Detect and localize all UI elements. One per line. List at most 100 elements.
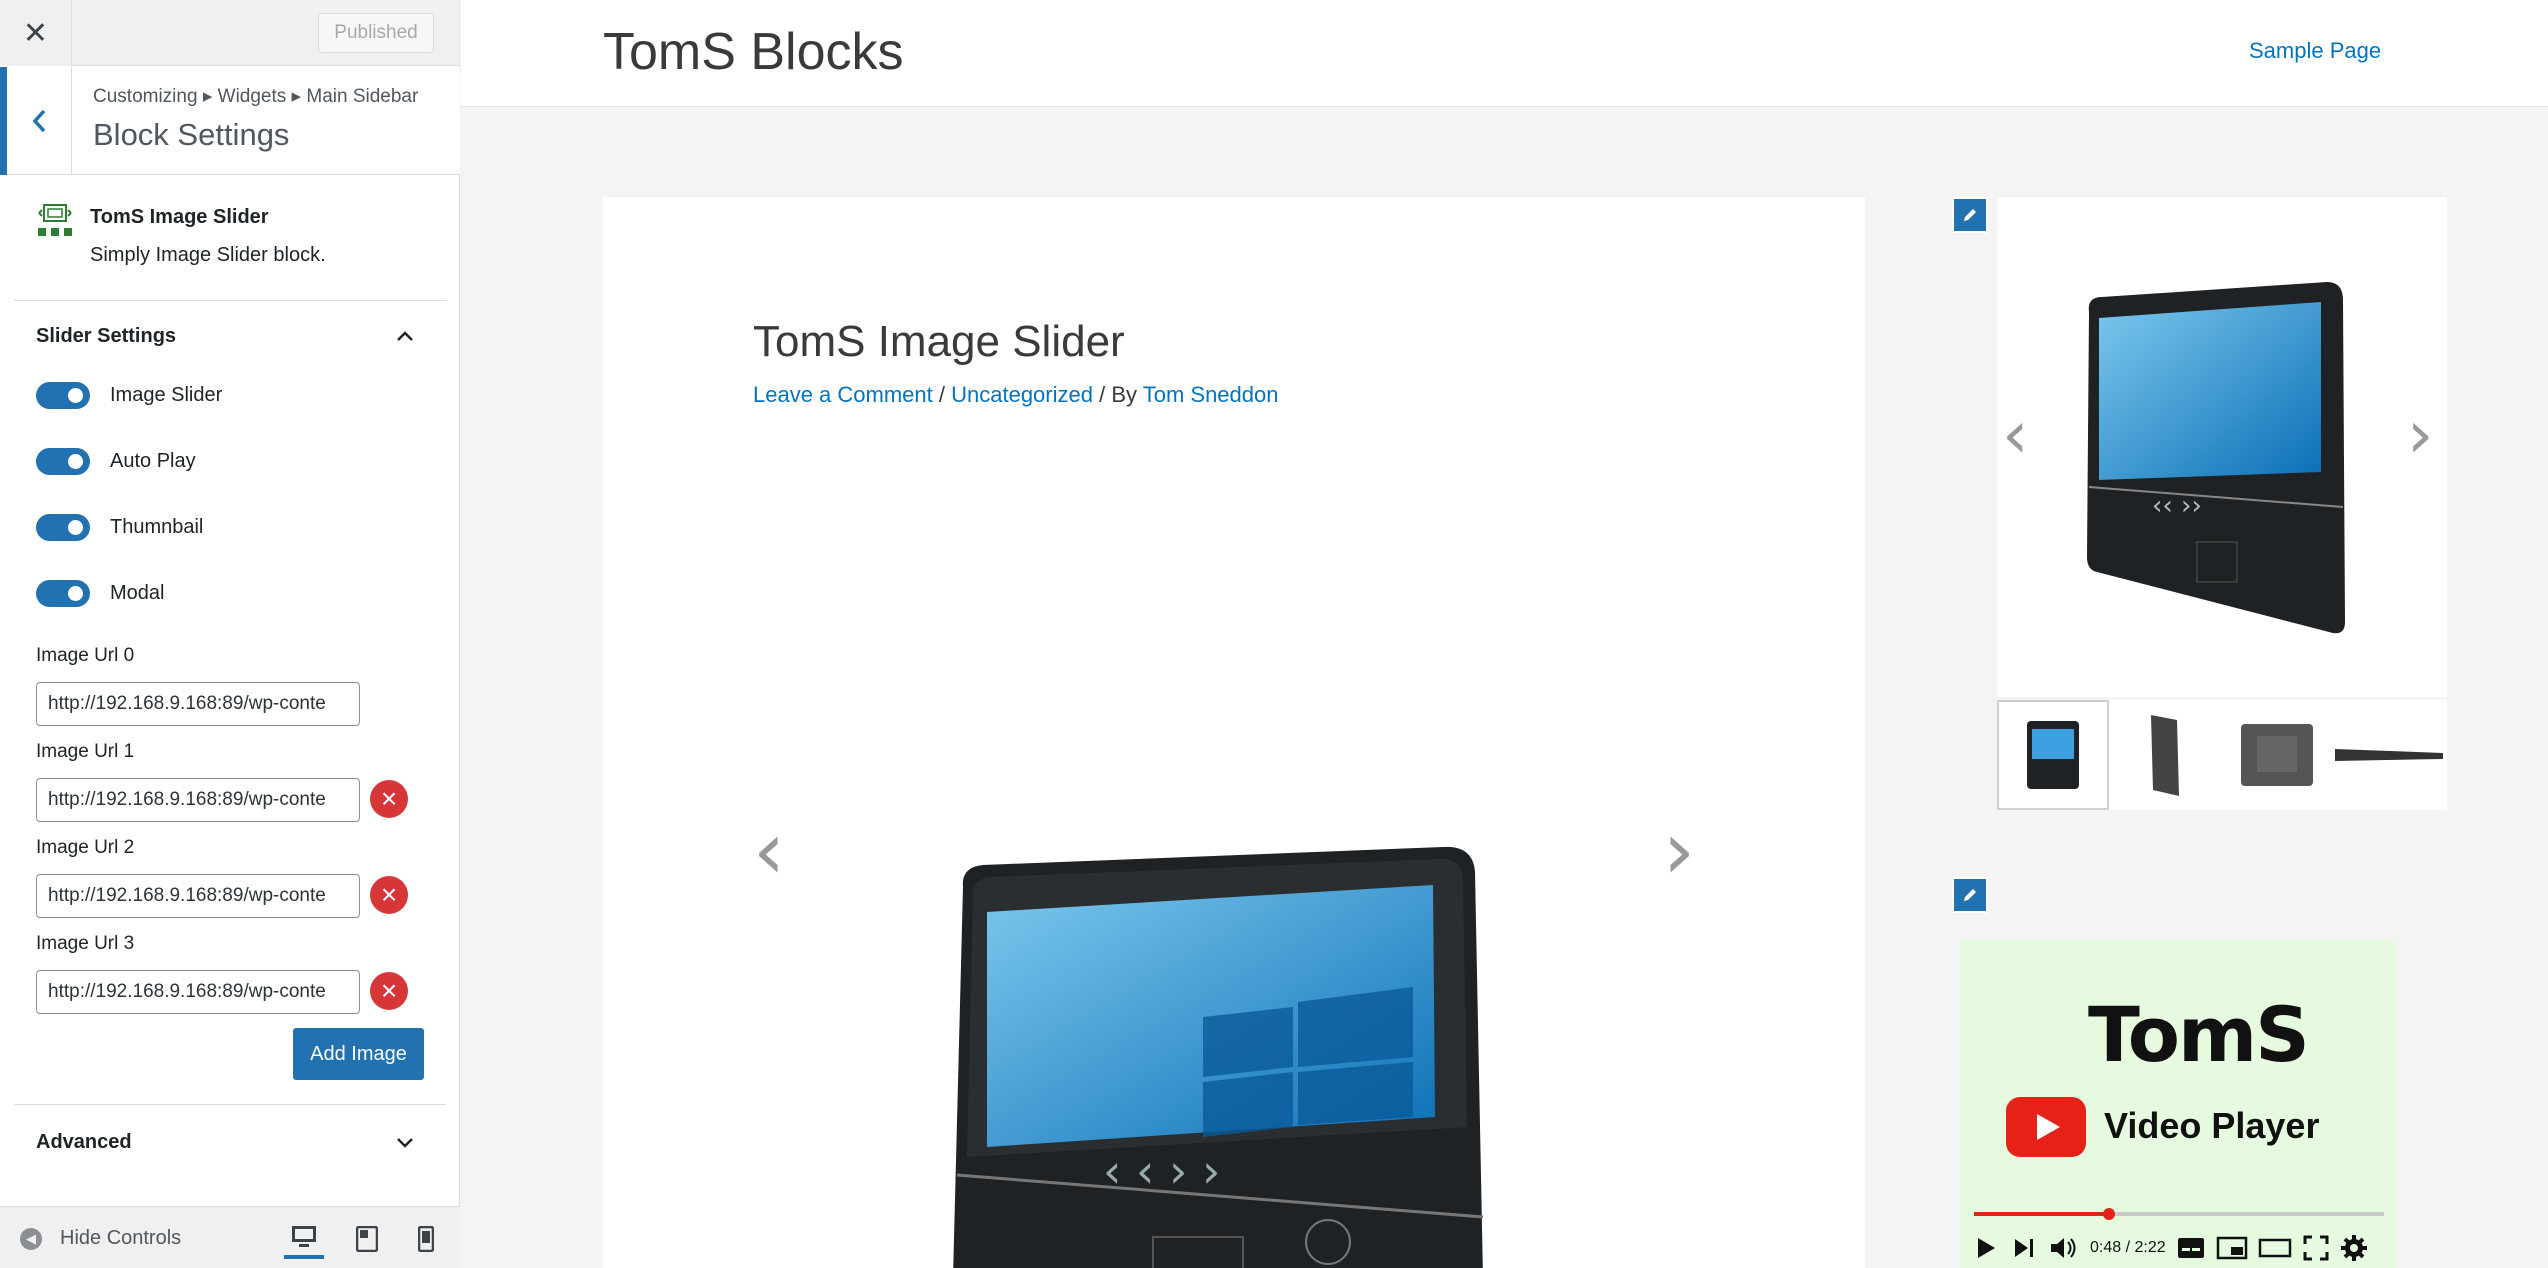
thumbnail-2[interactable] — [2221, 700, 2333, 810]
toggle-modal[interactable]: Modal — [36, 578, 164, 608]
site-preview: TomS Blocks Sample Page TomS Image Slide… — [461, 0, 2548, 1268]
video-time: 0:48 / 2:22 — [2090, 1239, 2166, 1256]
toggle-thumbnail[interactable]: Thumnbail — [36, 512, 203, 542]
settings-gear-icon[interactable] — [2340, 1234, 2368, 1262]
toggle-label: Modal — [110, 581, 165, 604]
tablet-icon — [356, 1226, 378, 1252]
thumbnail-1[interactable] — [2109, 700, 2221, 810]
image-url-label: Image Url 0 — [36, 645, 135, 666]
toggle-label: Image Slider — [110, 383, 223, 406]
close-icon: ✕ — [22, 16, 49, 50]
image-url-2-input[interactable] — [36, 874, 360, 918]
toggle-label: Auto Play — [110, 449, 196, 472]
chevron-left-icon — [32, 109, 46, 133]
back-button[interactable] — [0, 67, 72, 175]
widget-prev-arrow[interactable]: ‹ — [2002, 402, 2028, 468]
desktop-preview-button[interactable] — [284, 1219, 324, 1259]
chevron-up-icon[interactable] — [395, 329, 415, 343]
play-icon[interactable] — [1970, 1233, 2000, 1263]
close-icon: × — [380, 975, 398, 1006]
remove-image-1-button[interactable]: × — [370, 780, 408, 818]
slider-prev-arrow[interactable]: ‹ — [753, 811, 785, 891]
chevron-down-icon[interactable] — [395, 1136, 415, 1150]
edit-widget-button[interactable] — [1952, 197, 1988, 233]
image-url-1-input[interactable] — [36, 778, 360, 822]
video-player-widget[interactable]: TomS Video Player 0:48 / 2:22 — [1960, 940, 2396, 1268]
toggle-switch[interactable] — [36, 447, 90, 475]
block-name: TomS Image Slider — [90, 206, 269, 228]
customizer-sidebar: ✕ Published Customizing ▸ Widgets ▸ Main… — [0, 0, 460, 1268]
divider — [14, 1104, 446, 1105]
toggle-switch[interactable] — [36, 381, 90, 409]
add-image-button[interactable]: Add Image — [293, 1028, 424, 1080]
close-icon: × — [380, 879, 398, 910]
miniplayer-icon[interactable] — [2216, 1235, 2248, 1261]
tablet-preview-button[interactable] — [347, 1219, 387, 1259]
close-customizer-button[interactable]: ✕ — [0, 0, 72, 66]
toggle-switch[interactable] — [36, 513, 90, 541]
author-link[interactable]: Tom Sneddon — [1143, 382, 1279, 407]
pencil-icon — [1964, 209, 1976, 221]
arrow-left-icon[interactable]: ◀ — [20, 1228, 42, 1250]
post-article: TomS Image Slider Leave a Comment / Unca… — [603, 197, 1865, 1268]
video-controls: 0:48 / 2:22 — [1970, 1230, 2390, 1266]
thumbnail-0[interactable] — [1997, 700, 2109, 810]
slider-block-icon — [38, 204, 72, 236]
image-url-label: Image Url 2 — [36, 837, 135, 858]
image-url-label: Image Url 3 — [36, 933, 135, 954]
video-progress-track[interactable] — [1974, 1208, 2384, 1220]
slider-next-arrow[interactable]: › — [1663, 811, 1695, 891]
remove-image-3-button[interactable]: × — [370, 972, 408, 1010]
youtube-play-icon — [2006, 1097, 2086, 1157]
nav-link-sample-page[interactable]: Sample Page — [2249, 38, 2381, 64]
mobile-preview-button[interactable] — [406, 1219, 446, 1259]
hide-controls-button[interactable]: Hide Controls — [60, 1227, 181, 1250]
pencil-icon — [1964, 889, 1976, 901]
slider-settings-panel-title[interactable]: Slider Settings — [36, 325, 176, 348]
post-meta: Leave a Comment / Uncategorized / By Tom… — [753, 382, 1278, 408]
site-header: TomS Blocks Sample Page — [461, 0, 2548, 107]
edit-widget-button[interactable] — [1952, 877, 1988, 913]
toggle-auto-play[interactable]: Auto Play — [36, 446, 196, 476]
toggle-image-slider[interactable]: Image Slider — [36, 380, 222, 410]
fullscreen-icon[interactable] — [2302, 1234, 2330, 1262]
svg-text:‹‹ ››: ‹‹ ›› — [2152, 491, 2202, 521]
main-image-slider[interactable]: ‹ › ‹ ‹ › › — [753, 517, 1713, 1268]
breadcrumb: Customizing ▸ Widgets ▸ Main Sidebar — [93, 86, 419, 107]
meta-separator: / — [932, 382, 952, 407]
theater-mode-icon[interactable] — [2258, 1235, 2292, 1261]
comment-link[interactable]: Leave a Comment — [753, 382, 933, 407]
customizer-footer: ◀ Hide Controls — [0, 1206, 460, 1268]
site-title[interactable]: TomS Blocks — [603, 22, 904, 82]
block-description: Simply Image Slider block. — [90, 244, 326, 266]
toggle-switch[interactable] — [36, 579, 90, 607]
video-progress-handle[interactable] — [2103, 1208, 2116, 1220]
volume-icon[interactable] — [2048, 1233, 2080, 1263]
sidebar-slider-widget: ‹ › ‹‹ ›› — [1952, 197, 2447, 811]
publish-button[interactable]: Published — [318, 13, 434, 53]
close-icon: × — [380, 783, 398, 814]
widget-next-arrow[interactable]: › — [2407, 402, 2433, 468]
post-title: TomS Image Slider — [753, 317, 1125, 366]
category-link[interactable]: Uncategorized — [951, 382, 1093, 407]
meta-by: / By — [1092, 382, 1143, 407]
remove-image-2-button[interactable]: × — [370, 876, 408, 914]
image-url-label: Image Url 1 — [36, 741, 135, 762]
video-progress-fill — [1974, 1208, 2116, 1220]
image-url-3-input[interactable] — [36, 970, 360, 1014]
widget-slide[interactable]: ‹ › ‹‹ ›› — [1997, 197, 2447, 697]
subtitles-icon[interactable] — [2176, 1235, 2206, 1261]
skip-next-icon[interactable] — [2010, 1233, 2038, 1263]
section-title: Block Settings — [93, 117, 290, 152]
tablet-device-image: ‹‹ ›› — [2087, 282, 2345, 634]
customizer-header: ✕ Published — [0, 0, 460, 66]
tablet-device-image: ‹ ‹ › › — [953, 846, 1484, 1268]
divider — [14, 300, 446, 301]
image-url-0-input[interactable] — [36, 682, 360, 726]
section-header: Customizing ▸ Widgets ▸ Main Sidebar Blo… — [0, 67, 460, 175]
mobile-icon — [418, 1226, 434, 1252]
toms-logo: TomS — [2088, 990, 2310, 1079]
toggle-label: Thumnbail — [110, 515, 204, 538]
advanced-panel-title[interactable]: Advanced — [36, 1131, 132, 1154]
thumbnail-3[interactable] — [2333, 700, 2445, 810]
